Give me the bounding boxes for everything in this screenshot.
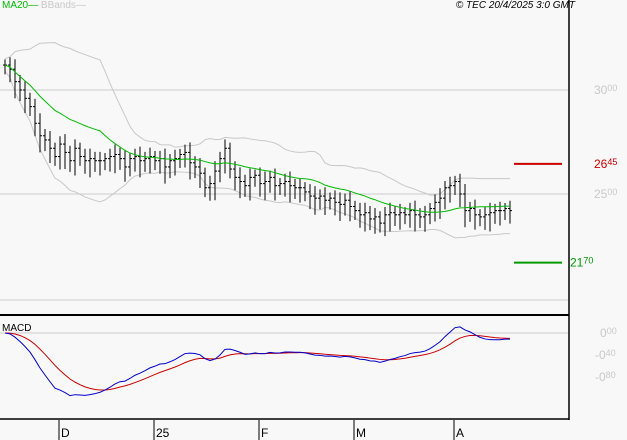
price-macd-chart: 3000 2500 000 -040 -080 2645 2170 D 25 F M A MACD <box>0 0 617 440</box>
macd-tick-label: -080 <box>595 370 616 384</box>
macd-tick-label: 000 <box>600 326 617 340</box>
x-tick-label: F <box>261 426 268 440</box>
macd-panel-label: MACD <box>2 323 31 334</box>
x-tick-label: A <box>456 426 464 440</box>
macd-signal-line <box>4 332 511 391</box>
x-tick-label: M <box>356 426 366 440</box>
bollinger-upper-line <box>4 42 510 196</box>
bollinger-lower-line <box>4 70 510 239</box>
ma20-line <box>4 64 510 213</box>
support-level-label: 2170 <box>570 256 593 270</box>
macd-tick-label: -040 <box>595 348 616 362</box>
price-tick-label: 2500 <box>594 187 617 201</box>
resistance-level-label: 2645 <box>594 157 617 171</box>
x-tick-label: D <box>61 426 70 440</box>
price-tick-label: 3000 <box>594 83 617 97</box>
x-tick-label: 25 <box>156 426 170 440</box>
